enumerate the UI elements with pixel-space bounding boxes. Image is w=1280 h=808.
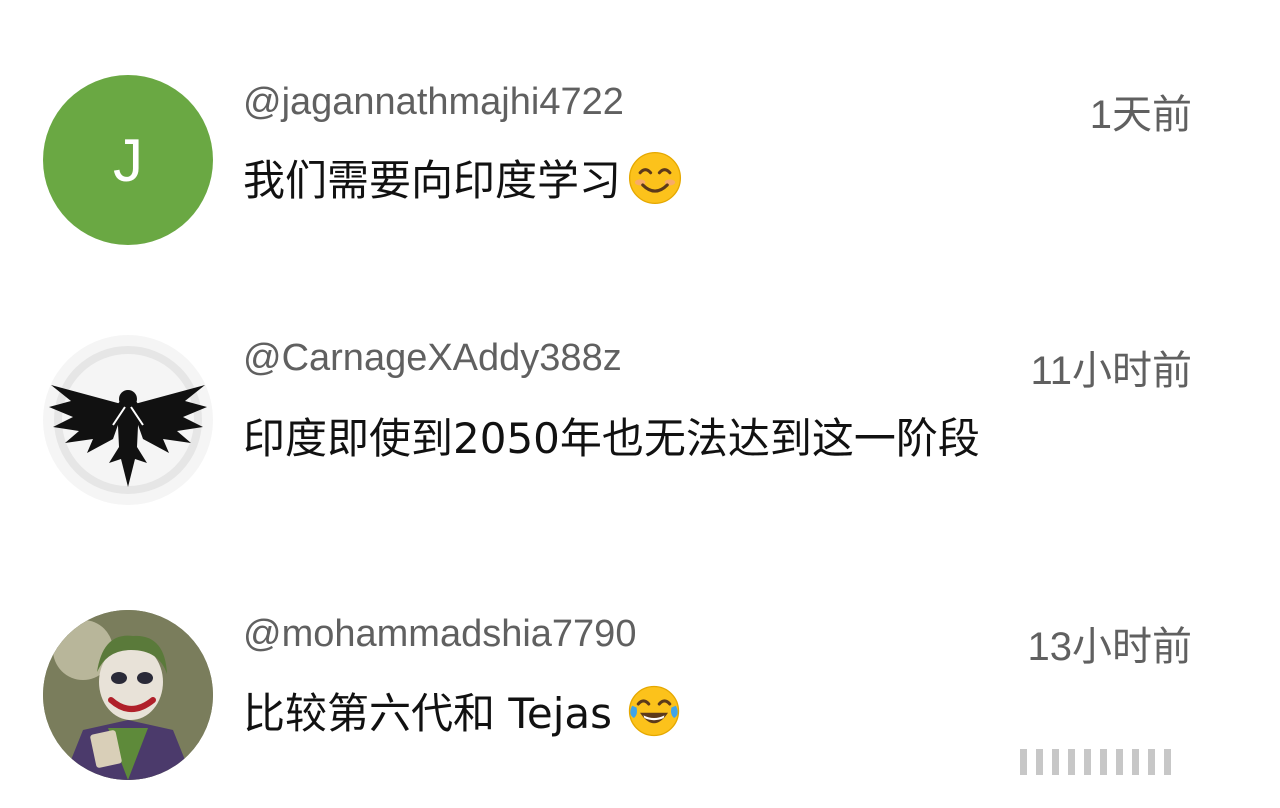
watermark <box>1020 742 1260 782</box>
avatar[interactable] <box>43 610 213 780</box>
comment-timestamp: 11小时前 <box>1030 349 1192 393</box>
comment-timestamp: 13小时前 <box>1027 625 1193 669</box>
avatar[interactable] <box>43 335 213 505</box>
comment-author-handle[interactable]: @CarnageXAddy388z <box>243 337 622 380</box>
smiling-face-icon <box>627 150 683 206</box>
comment-text-row: 比较第六代和 Tejas <box>243 680 682 741</box>
comment-text: 印度即使到2050年也无法达到这一阶段 <box>243 414 980 463</box>
comment-item: @CarnageXAddy388z 11小时前 印度即使到2050年也无法达到这… <box>0 333 1280 533</box>
comment-item: J @jagannathmajhi4722 1天前 我们需要向印度学习 <box>0 75 1280 275</box>
comment-author-handle[interactable]: @jagannathmajhi4722 <box>243 81 624 124</box>
comment-text: 我们需要向印度学习 <box>243 156 622 205</box>
comment-author-handle[interactable]: @mohammadshia7790 <box>243 613 636 656</box>
comment-text: 比较第六代和 Tejas <box>243 689 612 738</box>
comment-text-row: 我们需要向印度学习 <box>243 147 683 208</box>
eagle-emblem-icon <box>43 335 213 505</box>
avatar[interactable]: J <box>43 75 213 245</box>
comment-text-row: 印度即使到2050年也无法达到这一阶段 <box>243 405 980 466</box>
comment-timestamp: 1天前 <box>1089 93 1192 137</box>
face-with-tears-of-joy-icon <box>626 683 682 739</box>
joker-portrait-icon <box>43 610 213 780</box>
avatar-letter: J <box>113 126 143 194</box>
